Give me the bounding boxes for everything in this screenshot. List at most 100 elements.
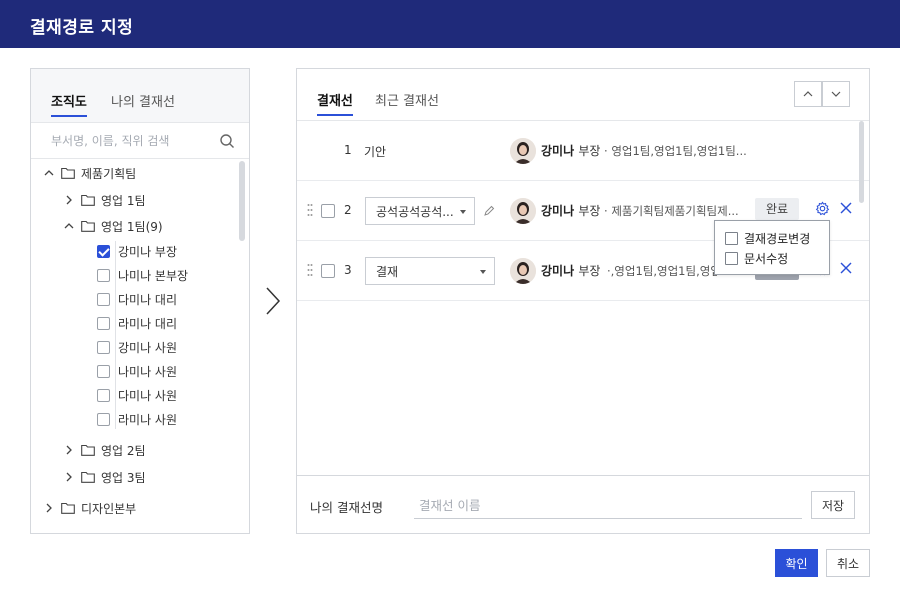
tree-node-root[interactable]: 제품기획팀 <box>43 163 136 183</box>
member-checkbox[interactable] <box>97 316 110 330</box>
person-name: 강미나 부장 <box>541 144 601 158</box>
drag-handle-icon[interactable] <box>307 203 313 217</box>
cancel-button[interactable]: 취소 <box>826 549 870 577</box>
avatar <box>510 258 536 284</box>
select-value: 결재 <box>376 265 399 279</box>
member-item[interactable]: 라미나 사원 <box>97 409 177 429</box>
tree-node-label: 제품기획팀 <box>81 166 137 181</box>
person-name: 강미나 부장 <box>541 204 601 218</box>
option-checkbox[interactable] <box>725 231 738 245</box>
close-icon[interactable] <box>840 262 852 274</box>
popup-option-edit-doc[interactable]: 문서수정 <box>725 250 788 266</box>
tree-node-root[interactable]: 디자인본부 <box>43 498 136 518</box>
chevron-down-icon <box>831 91 841 97</box>
tab-approval-line[interactable]: 결재선 <box>317 90 353 116</box>
approval-type-select[interactable]: 공석공석공석... <box>365 197 475 225</box>
row-checkbox[interactable] <box>321 264 335 278</box>
search-icon[interactable] <box>219 133 235 149</box>
tree-scrollbar[interactable] <box>239 161 245 241</box>
member-item[interactable]: 다미나 사원 <box>97 385 177 405</box>
org-tree: 제품기획팀 영업 1팀 영업 1팀(9) 강미나 부장 나미나 본부장 다미나 … <box>31 161 249 531</box>
row-number: 3 <box>344 263 352 277</box>
chevron-right-icon[interactable] <box>63 194 75 206</box>
member-label: 다미나 사원 <box>118 388 178 403</box>
gear-icon[interactable] <box>815 201 830 216</box>
member-checkbox[interactable] <box>97 292 110 306</box>
member-item[interactable]: 다미나 대리 <box>97 289 177 309</box>
pencil-icon[interactable] <box>483 205 495 217</box>
search-input[interactable] <box>51 131 221 151</box>
list-scrollbar[interactable] <box>859 121 864 203</box>
chevron-right-icon[interactable] <box>43 502 55 514</box>
folder-icon <box>81 471 95 483</box>
member-item[interactable]: 강미나 부장 <box>97 241 177 261</box>
drag-handle-icon[interactable] <box>307 263 313 277</box>
member-item[interactable]: 나미나 본부장 <box>97 265 188 285</box>
close-icon[interactable] <box>840 202 852 214</box>
org-panel: 조직도 나의 결재선 제품기획팀 영업 1팀 영업 1팀(9) 강미나 부장 <box>30 68 250 534</box>
tree-node-label: 디자인본부 <box>81 501 137 516</box>
row-type: 기안 <box>364 145 387 159</box>
member-item[interactable]: 라미나 대리 <box>97 313 177 333</box>
option-label: 문서수정 <box>744 251 789 266</box>
person-dept: ·,영업1팀,영업1팀,영업1팀... <box>607 264 717 278</box>
search-bar <box>31 123 249 159</box>
status-badge: 완료 <box>755 198 799 220</box>
confirm-button[interactable]: 확인 <box>775 549 818 577</box>
approval-tabs: 결재선 최근 결재선 <box>297 69 869 121</box>
member-item[interactable]: 강미나 사원 <box>97 337 177 357</box>
chevron-right-icon[interactable] <box>63 471 75 483</box>
move-down-button[interactable] <box>822 81 850 107</box>
member-label: 나미나 본부장 <box>118 268 189 283</box>
member-label: 라미나 사원 <box>118 412 178 427</box>
chevron-up-icon[interactable] <box>43 167 55 179</box>
avatar <box>510 138 536 164</box>
row-number: 2 <box>344 203 352 217</box>
dialog-title: 결재경로 지정 <box>30 18 134 38</box>
folder-icon <box>81 444 95 456</box>
dialog-header: 결재경로 지정 <box>0 0 900 48</box>
caret-down-icon <box>480 270 486 274</box>
approval-line-name-input[interactable] <box>414 493 802 519</box>
tree-node-label: 영업 2팀 <box>101 443 146 458</box>
popup-option-change-route[interactable]: 결재경로변경 <box>725 230 810 246</box>
tree-node-team[interactable]: 영업 2팀 <box>63 440 146 460</box>
folder-icon <box>81 194 95 206</box>
tab-my-approval-line[interactable]: 나의 결재선 <box>111 91 175 115</box>
member-label: 강미나 부장 <box>118 244 178 259</box>
tree-node-team[interactable]: 영업 1팀 <box>63 190 146 210</box>
person-dept: · 제품기획팀제품기획팀제... <box>604 204 739 218</box>
member-checkbox[interactable] <box>97 388 110 402</box>
chevron-up-icon <box>803 91 813 97</box>
tab-recent-approval-line[interactable]: 최근 결재선 <box>375 90 439 114</box>
row-number: 1 <box>344 143 352 157</box>
folder-icon <box>61 502 75 514</box>
chevron-right-icon[interactable] <box>63 444 75 456</box>
save-button[interactable]: 저장 <box>811 491 855 519</box>
add-arrow-icon[interactable] <box>262 285 282 317</box>
my-line-bar: 나의 결재선명 저장 <box>297 475 869 533</box>
tab-org-chart[interactable]: 조직도 <box>51 91 87 117</box>
approval-type-select[interactable]: 결재 <box>365 257 495 285</box>
tree-node-team[interactable]: 영업 3팀 <box>63 467 146 487</box>
member-checkbox[interactable] <box>97 364 110 378</box>
row-checkbox[interactable] <box>321 204 335 218</box>
option-checkbox[interactable] <box>725 251 738 265</box>
member-label: 라미나 대리 <box>118 316 178 331</box>
person-dept: · 영업1팀,영업1팀,영업1팀... <box>604 144 747 158</box>
member-item[interactable]: 나미나 사원 <box>97 361 177 381</box>
move-up-button[interactable] <box>794 81 822 107</box>
tree-node-label: 영업 3팀 <box>101 470 146 485</box>
member-label: 나미나 사원 <box>118 364 178 379</box>
member-checkbox[interactable] <box>97 244 110 258</box>
settings-popup: 결재경로변경 문서수정 <box>714 220 830 275</box>
folder-icon <box>81 220 95 232</box>
chevron-up-icon[interactable] <box>63 220 75 232</box>
member-checkbox[interactable] <box>97 412 110 426</box>
member-checkbox[interactable] <box>97 268 110 282</box>
my-line-label: 나의 결재선명 <box>310 500 383 515</box>
member-checkbox[interactable] <box>97 340 110 354</box>
tree-node-team-expanded[interactable]: 영업 1팀(9) <box>63 216 163 236</box>
person-name: 강미나 부장 <box>541 264 601 278</box>
folder-icon <box>61 167 75 179</box>
